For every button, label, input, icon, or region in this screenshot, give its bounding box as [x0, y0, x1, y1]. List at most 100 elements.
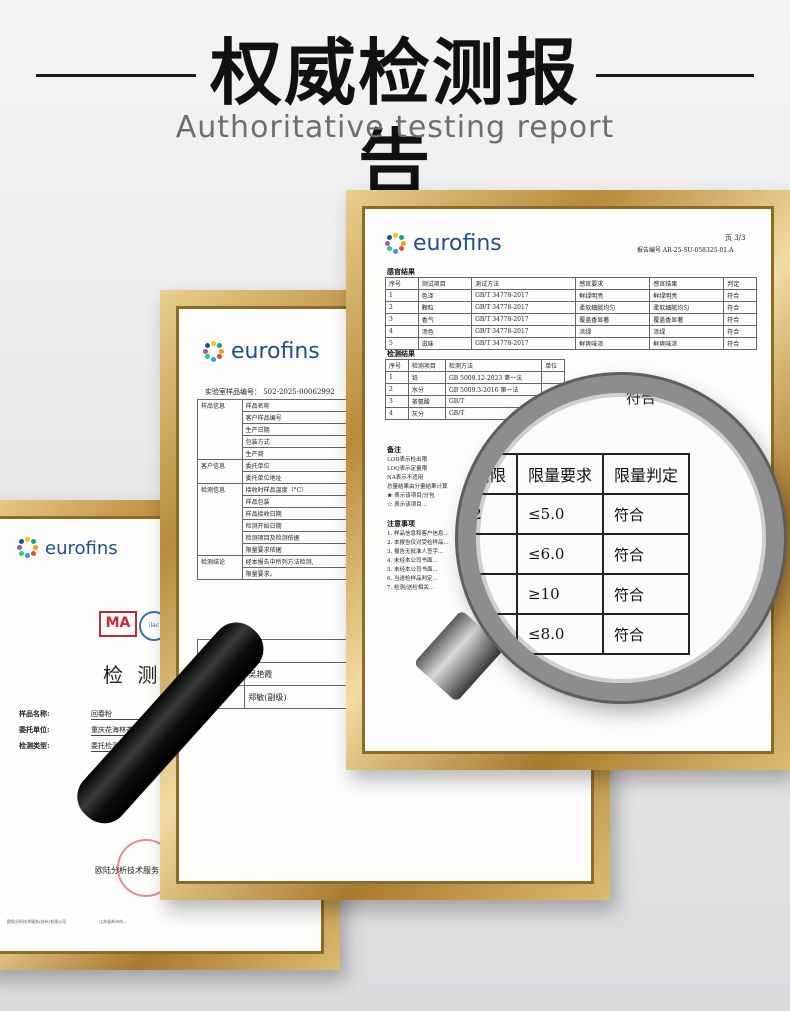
table-cell: 水分 — [407, 383, 447, 396]
table-cell: ≤8.0 — [516, 613, 605, 655]
field-label: 样品名称: — [19, 709, 50, 718]
table-cell: 符合 — [602, 613, 691, 655]
list-item: ★ 表示该项目/分包 — [387, 493, 435, 499]
row-label: 生产日期 — [241, 423, 351, 436]
table-cell: 浓绿 — [575, 325, 651, 338]
table-cell: GB 5009.12-2023 第一法 — [445, 371, 543, 384]
table-cell: GB 5009.3-2016 第一法 — [445, 383, 543, 396]
table-header-row: 序号 测试项目 测试方法 感官要求 感官结果 判定 — [385, 277, 757, 290]
table-cell: 符合 — [723, 301, 757, 314]
list-item: 7. 检测/送检相关... — [387, 585, 435, 591]
column-header: 限量判定 — [602, 453, 691, 495]
table-cell: 汤色 — [417, 325, 473, 338]
section-label: 检测结论 — [197, 555, 243, 580]
row-label: 限量要求。 — [241, 567, 351, 580]
page-number: 页 3/3 — [725, 234, 746, 242]
column-header: 检测项目 — [407, 359, 447, 372]
list-item: 3. 报告无批准人签字... — [387, 549, 444, 555]
table-cell — [476, 533, 519, 575]
magnifier-lens: 符合 检出限 限量要求 限量判定 .02 ≤5.0 符合 ≤6.0 符合 ≥10 符合 ≤8.0 符合 — [458, 375, 784, 701]
table-cell: .02 — [476, 493, 519, 535]
list-item: NA表示不适用 — [387, 475, 424, 481]
row-label: 接收时样品温度（°C） — [241, 483, 351, 496]
heading-rule-left — [36, 74, 196, 77]
eurofins-logo: eurofins — [17, 537, 118, 559]
list-item: 5. 未经本公司书面... — [387, 567, 438, 573]
table-cell: 2 — [385, 301, 419, 314]
table-row: 3 香气 GB/T 34778-2017 覆盖香显著 覆盖香显著 符合 — [385, 313, 757, 326]
table-row: 2 颗粒 GB/T 34778-2017 柔软细腻均匀 柔软细腻均匀 符合 — [385, 301, 757, 314]
table-cell: 柔软细腻均匀 — [649, 301, 725, 314]
row-label: 检测开始日期 — [241, 519, 351, 532]
row-label: 生产商 — [241, 447, 351, 460]
table-row: 4 汤色 GB/T 34778-2017 浓绿 浓绿 符合 — [385, 325, 757, 338]
column-header: 感官要求 — [575, 277, 651, 290]
column-header: 判定 — [723, 277, 757, 290]
row-value: 郑敏(副级) — [244, 685, 348, 709]
table-cell: 鲜爽味浓 — [575, 337, 651, 350]
table-cell: GB/T 34778-2017 — [471, 337, 577, 350]
column-header: 测试项目 — [417, 277, 473, 290]
table-cell: 5 — [385, 337, 419, 350]
table-cell: 滋味 — [417, 337, 473, 350]
table-cell: ≤6.0 — [516, 533, 605, 575]
table-cell: 符合 — [723, 325, 757, 338]
table-cell: 香气 — [417, 313, 473, 326]
column-header: 限量要求 — [516, 453, 605, 495]
eurofins-logo: eurofins — [203, 339, 320, 364]
section-label: 客户信息 — [197, 459, 243, 484]
field-label: 委托单位: — [19, 725, 50, 734]
row-label: 经本报告中所列方法检测, — [241, 555, 351, 568]
footer-line — [189, 827, 190, 832]
table-cell: GB/T 34778-2017 — [471, 301, 577, 314]
table-cell: 浓绿 — [649, 325, 725, 338]
table-cell: ≥10 — [516, 573, 605, 615]
table-header-row: 检出限 限量要求 限量判定 — [476, 453, 691, 495]
row-value: 吴艳霞 — [244, 662, 348, 686]
eurofins-dots-icon — [17, 537, 39, 559]
issuer-name: 欧陆分析技术服务 — [95, 866, 159, 875]
table-cell: 符合 — [723, 289, 757, 302]
table-row: ≥10 符合 — [476, 573, 691, 615]
table-cell: 符合 — [602, 573, 691, 615]
table-cell: 灰分 — [407, 407, 447, 420]
column-header: 感官结果 — [649, 277, 725, 290]
row-label: 样品包装 — [241, 495, 351, 508]
cma-mark: MA — [99, 611, 137, 637]
table-row: ≤8.0 符合 — [476, 613, 691, 655]
table-cell: 1 — [385, 289, 419, 302]
table-cell: 覆盖香显著 — [575, 313, 651, 326]
table-cell: 3 — [385, 313, 419, 326]
eurofins-logo: eurofins — [385, 231, 502, 256]
table-cell: 符合 — [723, 313, 757, 326]
table-cell: GB/T 34778-2017 — [471, 325, 577, 338]
table-cell: GB/T 34778-2017 — [471, 289, 577, 302]
table-cell: 3 — [385, 395, 409, 408]
table-row: 2 水分 GB 5009.3-2016 第一法 — [385, 383, 565, 396]
table-cell — [541, 371, 565, 384]
section-label: 检测信息 — [197, 483, 243, 556]
table-cell: 4 — [385, 407, 409, 420]
section-label: 样品信息 — [197, 399, 243, 460]
table-row: 5 滋味 GB/T 34778-2017 鲜爽味浓 鲜爽味浓 符合 — [385, 337, 757, 350]
footer-line: 欧陆分析技术服务(苏州)有限公司 — [7, 919, 67, 924]
table-cell: 鲜绿明亮 — [649, 289, 725, 302]
attention-title: 注意事项 — [387, 520, 415, 528]
list-item: ☆ 表示该项目... — [387, 502, 427, 508]
magnified-top-text: 符合 — [626, 389, 657, 407]
page-subtitle: Authoritative testing report — [175, 110, 615, 145]
table-cell: GB/T 34778-2017 — [471, 313, 577, 326]
list-item: 总量结果由分量结果计算 — [387, 484, 448, 490]
row-label: 样品接收日期 — [241, 507, 351, 520]
list-item: 2. 本报告仅对受检样品... — [387, 540, 449, 546]
row-label: 委托单位地址 — [241, 471, 351, 484]
sample-number: 实验室样品编号： 502-2025-00062992 — [205, 388, 335, 396]
table-cell: 鲜爽味浓 — [649, 337, 725, 350]
table-cell: 符合 — [602, 533, 691, 575]
row-label: 限量要求依据 — [241, 543, 351, 556]
sensory-table: 序号 测试项目 测试方法 感官要求 感官结果 判定 1 色泽 GB/T 34778-2017 鲜绿… — [385, 277, 757, 350]
certificate-left-title: 检 测 — [103, 663, 162, 687]
column-header: 检测方法 — [445, 359, 543, 372]
magnified-results-table: 检出限 限量要求 限量判定 .02 ≤5.0 符合 ≤6.0 符合 ≥10 符合 ≤8.0 符合 — [476, 453, 691, 655]
table-row: ≤6.0 符合 — [476, 533, 691, 575]
